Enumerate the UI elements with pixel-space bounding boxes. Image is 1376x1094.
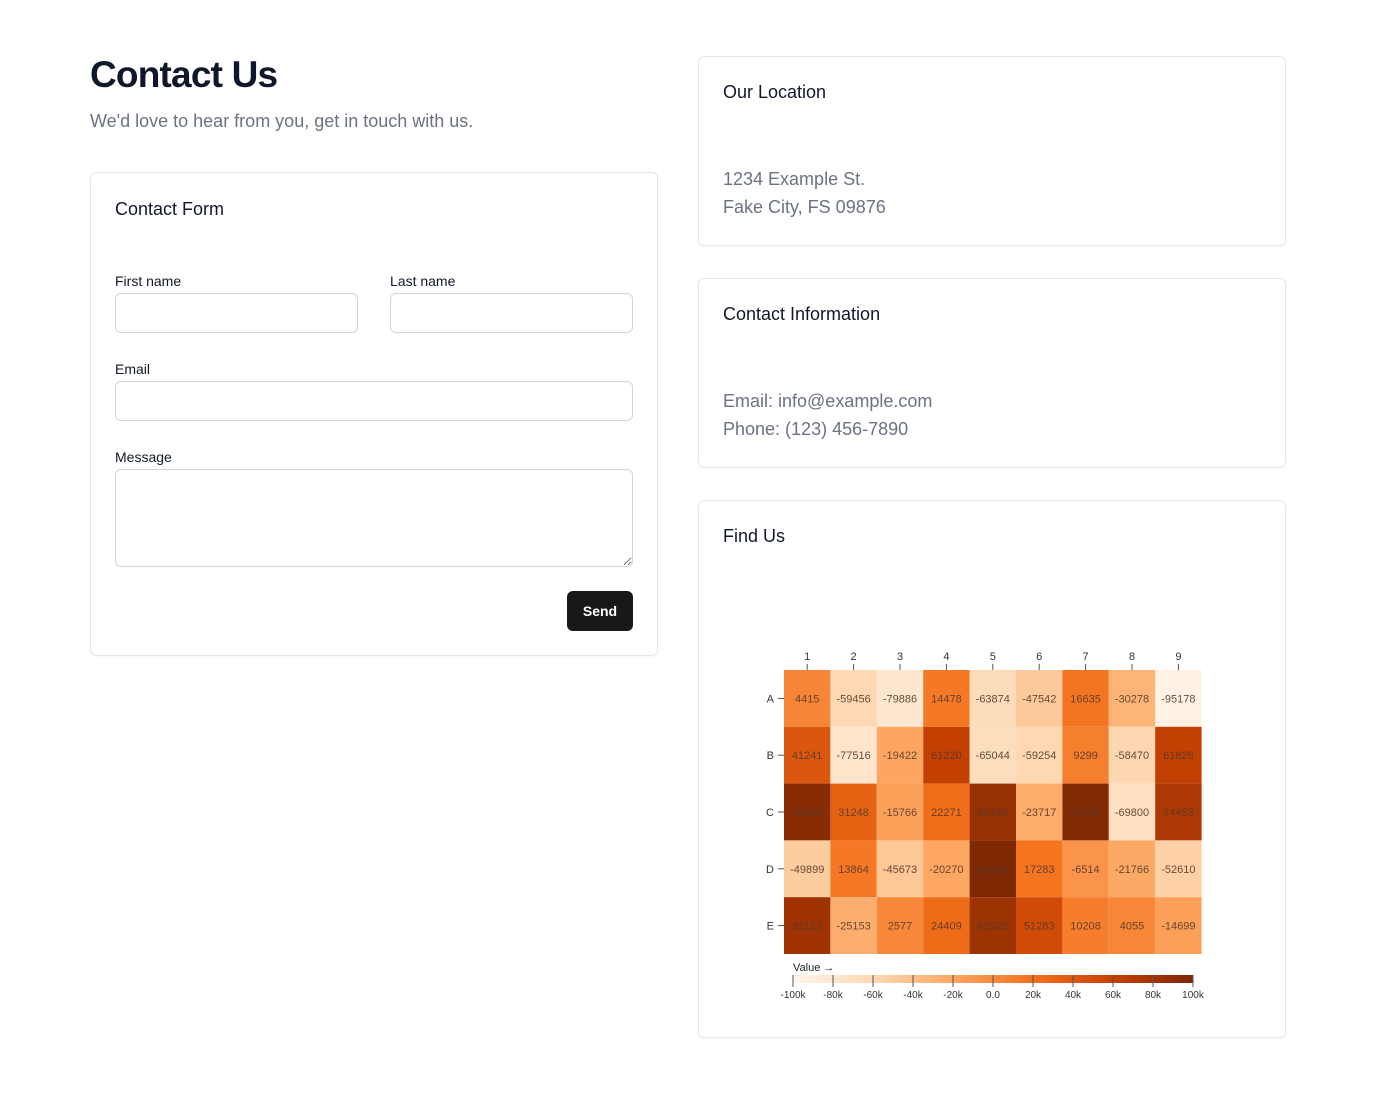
email-input[interactable] bbox=[115, 381, 633, 421]
heatmap-cell-value: 99430 bbox=[978, 864, 1009, 876]
heatmap-cell-value: -21766 bbox=[1115, 864, 1149, 876]
colorbar-tick-label: 60k bbox=[1105, 990, 1122, 1001]
column-label: 7 bbox=[1083, 651, 1089, 663]
heatmap-cell-value: 22271 bbox=[931, 807, 962, 819]
heatmap-cell-value: 94426 bbox=[792, 807, 823, 819]
row-label: D bbox=[766, 864, 774, 876]
heatmap-cell-value: -45673 bbox=[883, 864, 917, 876]
colorbar-tick-label: 20k bbox=[1025, 990, 1042, 1001]
column-label: 4 bbox=[943, 651, 949, 663]
find-us-title: Find Us bbox=[723, 526, 786, 546]
heatmap-cell-value: -58470 bbox=[1115, 750, 1149, 762]
heatmap-cell-value: -79886 bbox=[883, 693, 917, 705]
heatmap-cell-value: 61220 bbox=[931, 750, 962, 762]
heatmap-cell-value: 86246 bbox=[978, 807, 1009, 819]
colorbar-tick-label: -20k bbox=[943, 990, 963, 1001]
colorbar-tick-label: 0.0 bbox=[986, 990, 1000, 1001]
heatmap-cell-value: 10208 bbox=[1070, 921, 1101, 933]
heatmap-cell-value: -52610 bbox=[1161, 864, 1195, 876]
heatmap-cell-value: 61828 bbox=[1163, 750, 1194, 762]
contact-form-title: Contact Form bbox=[115, 199, 225, 219]
heatmap-cell-value: -25153 bbox=[836, 921, 870, 933]
heatmap-cell-value: -23717 bbox=[1022, 807, 1056, 819]
heatmap-cell-value: -19422 bbox=[883, 750, 917, 762]
heatmap-cell-value: 97595 bbox=[1070, 807, 1101, 819]
colorbar-tick-label: -100k bbox=[780, 990, 806, 1001]
colorbar-tick-label: 100k bbox=[1182, 990, 1205, 1001]
row-label: A bbox=[767, 693, 775, 705]
heatmap-cell-value: 82923 bbox=[978, 921, 1009, 933]
heatmap-cell-value: 81123 bbox=[792, 921, 822, 933]
heatmap-cell-value: 13864 bbox=[838, 864, 869, 876]
contact-email: Email: info@example.com bbox=[723, 391, 933, 411]
column-label: 9 bbox=[1175, 651, 1181, 663]
first-name-input[interactable] bbox=[115, 293, 358, 333]
heatmap-cell-value: -59254 bbox=[1022, 750, 1056, 762]
row-label: C bbox=[766, 807, 774, 819]
heatmap-cell-value: -95178 bbox=[1161, 693, 1195, 705]
heatmap-cell-value: 51283 bbox=[1024, 921, 1055, 933]
heatmap-chart: 1 2 3 4 5 6 7 8 9 A B C D E 4415 -59456 -79886 14478 -6387… bbox=[766, 651, 1205, 1001]
heatmap-cell-value: -69800 bbox=[1115, 807, 1149, 819]
column-label: 1 bbox=[804, 651, 810, 663]
column-label: 3 bbox=[897, 651, 903, 663]
message-textarea[interactable] bbox=[115, 469, 633, 567]
message-label: Message bbox=[115, 449, 172, 465]
row-label: E bbox=[767, 921, 774, 933]
colorbar-tick-label: -80k bbox=[823, 990, 843, 1001]
address-line-1: 1234 Example St. bbox=[723, 169, 866, 189]
heatmap-cell-value: 74453 bbox=[1163, 807, 1194, 819]
heatmap-cell-value: 31248 bbox=[838, 807, 869, 819]
contact-phone: Phone: (123) 456-7890 bbox=[723, 419, 909, 439]
first-name-label: First name bbox=[115, 273, 182, 289]
colorbar-tick-label: -40k bbox=[903, 990, 923, 1001]
colorbar-tick-label: -60k bbox=[863, 990, 883, 1001]
contact-info-title: Contact Information bbox=[723, 304, 881, 324]
colorbar-tick-label: 40k bbox=[1065, 990, 1082, 1001]
page-title: Contact Us bbox=[90, 54, 278, 95]
page-subtitle: We'd love to hear from you, get in touch… bbox=[90, 111, 474, 131]
row-label: B bbox=[767, 750, 774, 762]
heatmap-cell-value: -14699 bbox=[1161, 921, 1195, 933]
heatmap-cell-value: -30278 bbox=[1115, 693, 1149, 705]
heatmap-cell-value: -47542 bbox=[1022, 693, 1056, 705]
heatmap-cell-value: -6514 bbox=[1072, 864, 1100, 876]
heatmap-cell-value: 9299 bbox=[1073, 750, 1097, 762]
heatmap-cell-value: 41241 bbox=[792, 750, 823, 762]
last-name-label: Last name bbox=[390, 273, 456, 289]
column-label: 5 bbox=[990, 651, 996, 663]
heatmap-cell-value: 16635 bbox=[1070, 693, 1101, 705]
heatmap-cell-value: 14478 bbox=[931, 693, 962, 705]
email-label: Email bbox=[115, 361, 151, 377]
send-button[interactable]: Send bbox=[567, 591, 633, 631]
contact-form-card: Contact Form First name Last name Email … bbox=[90, 172, 658, 656]
heatmap-cell-value: -15766 bbox=[883, 807, 917, 819]
address-line-2: Fake City, FS 09876 bbox=[723, 197, 886, 217]
location-title: Our Location bbox=[723, 82, 827, 102]
heatmap-cell-value: -49899 bbox=[790, 864, 824, 876]
location-card: Our Location 1234 Example St. Fake City,… bbox=[698, 56, 1286, 246]
colorbar-tick-label: 80k bbox=[1145, 990, 1162, 1001]
heatmap-cell-value: 17283 bbox=[1024, 864, 1055, 876]
column-label: 8 bbox=[1129, 651, 1135, 663]
heatmap-cell-value: -59456 bbox=[836, 693, 870, 705]
contact-info-card: Contact Information Email: info@example.… bbox=[698, 278, 1286, 468]
colorbar-label: Value → bbox=[793, 962, 834, 974]
heatmap-cell-value: 2577 bbox=[888, 921, 912, 933]
heatmap-cell-value: -20270 bbox=[929, 864, 963, 876]
last-name-input[interactable] bbox=[390, 293, 633, 333]
column-label: 2 bbox=[851, 651, 857, 663]
heatmap-cell-value: -63874 bbox=[976, 693, 1010, 705]
heatmap-cell-value: -65044 bbox=[976, 750, 1010, 762]
heatmap-cell-value: -77516 bbox=[836, 750, 870, 762]
column-label: 6 bbox=[1036, 651, 1042, 663]
heatmap-cell-value: 4055 bbox=[1120, 921, 1144, 933]
heatmap-cell-value: 24409 bbox=[931, 921, 962, 933]
find-us-card: Find Us 1 2 3 4 5 6 7 8 9 A B C D E 4415 -59456 -79886 14… bbox=[698, 500, 1286, 1038]
heatmap-cell-value: 4415 bbox=[795, 693, 819, 705]
